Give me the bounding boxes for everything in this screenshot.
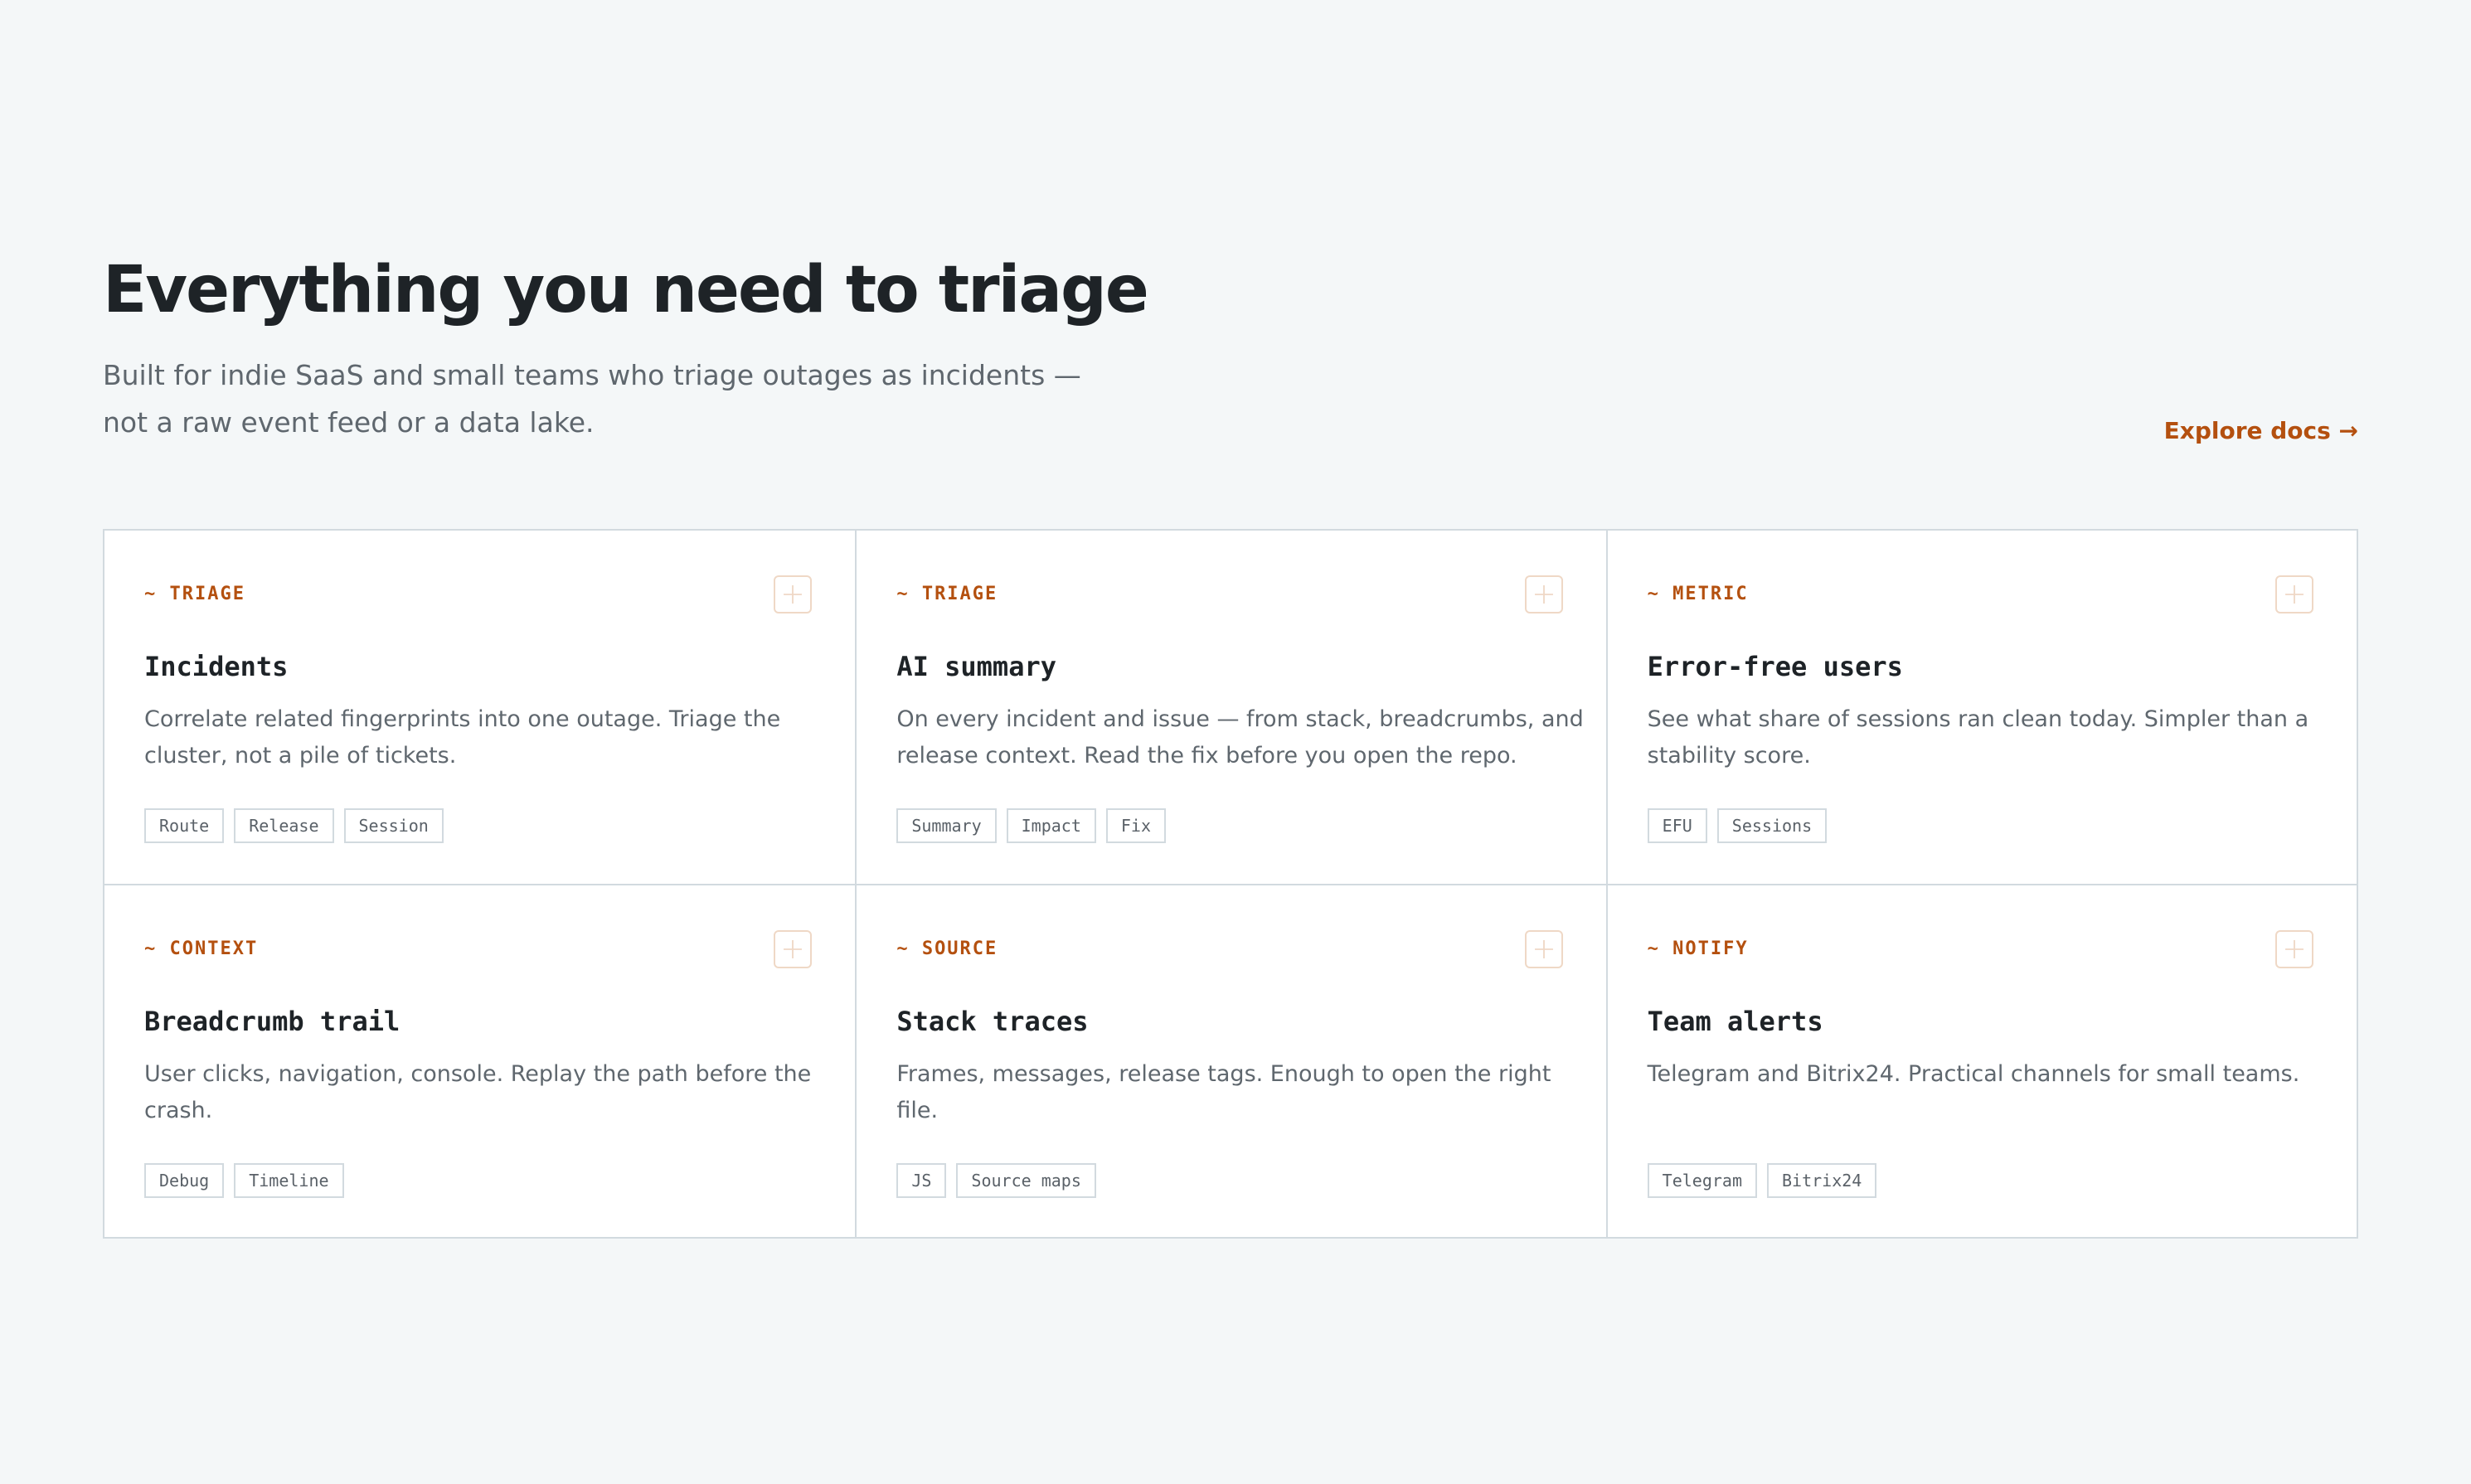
feature-category: ~ NOTIFY <box>1647 938 1749 959</box>
feature-tags: EFU Sessions <box>1647 808 1828 843</box>
feature-tags: JS Source maps <box>896 1163 1096 1198</box>
expand-button[interactable] <box>774 930 813 968</box>
feature-title: AI summary <box>896 651 1056 682</box>
expand-button[interactable] <box>774 575 813 613</box>
feature-tags: Route Release Session <box>144 808 444 843</box>
feature-description: Telegram and Bitrix24. Practical channel… <box>1647 1061 2300 1087</box>
feature-title: Error-free users <box>1647 651 1903 682</box>
feature-card-error-free-users: ~ METRIC Error-free users See what share… <box>1605 531 2357 884</box>
tag-chip: Impact <box>1006 808 1096 843</box>
feature-description: See what share of sessions ran clean tod… <box>1647 706 2309 769</box>
feature-title: Stack traces <box>896 1006 1089 1037</box>
features-section: Everything you need to triage Built for … <box>103 249 2358 1239</box>
tag-chip: JS <box>896 1163 947 1198</box>
feature-tags: Telegram Bitrix24 <box>1647 1163 1877 1198</box>
feature-tags: Summary Impact Fix <box>896 808 1166 843</box>
feature-title: Breadcrumb trail <box>144 1006 401 1037</box>
plus-icon <box>2285 585 2304 604</box>
plus-icon <box>1534 585 1553 604</box>
page-title: Everything you need to triage <box>103 253 1149 327</box>
tag-chip: Sessions <box>1716 808 1828 843</box>
feature-card-team-alerts: ~ NOTIFY Team alerts Telegram and Bitrix… <box>1605 884 2357 1237</box>
feature-category: ~ SOURCE <box>896 938 998 959</box>
feature-description: On every incident and issue — from stack… <box>896 706 1584 769</box>
feature-card-breadcrumb-trail: ~ CONTEXT Breadcrumb trail User clicks, … <box>104 884 856 1237</box>
tag-chip: Telegram <box>1647 1163 1757 1198</box>
expand-button[interactable] <box>2274 575 2313 613</box>
tag-chip: Timeline <box>234 1163 344 1198</box>
tag-chip: Route <box>144 808 225 843</box>
feature-card-ai-summary: ~ TRIAGE AI summary On every incident an… <box>855 531 1605 884</box>
tag-chip: EFU <box>1647 808 1707 843</box>
section-header: Everything you need to triage Built for … <box>103 249 2358 531</box>
feature-card-stack-traces: ~ SOURCE Stack traces Frames, messages, … <box>855 884 1606 1237</box>
feature-description: Frames, messages, release tags. Enough t… <box>896 1061 1551 1123</box>
tag-chip: Release <box>234 808 334 843</box>
tag-chip: Session <box>343 808 444 843</box>
tag-chip: Bitrix24 <box>1766 1163 1877 1198</box>
feature-category: ~ METRIC <box>1647 584 1749 604</box>
expand-button[interactable] <box>2274 930 2313 968</box>
plus-icon <box>784 585 803 604</box>
tag-chip: Debug <box>144 1163 225 1198</box>
explore-docs-link[interactable]: Explore docs → <box>2164 415 2358 448</box>
feature-category: ~ CONTEXT <box>144 938 259 959</box>
feature-title: Incidents <box>144 651 289 682</box>
plus-icon <box>2285 940 2304 958</box>
feature-card-incidents: ~ TRIAGE Incidents Correlate related fin… <box>104 531 855 884</box>
feature-title: Team alerts <box>1647 1006 1823 1037</box>
page-subtitle: Built for indie SaaS and small teams who… <box>103 359 1081 439</box>
feature-description: Correlate related fingerprints into one … <box>144 706 781 769</box>
feature-grid: ~ TRIAGE Incidents Correlate related fin… <box>103 529 2358 1239</box>
tag-chip: Source maps <box>956 1163 1096 1198</box>
tag-chip: Fix <box>1105 808 1166 843</box>
feature-tags: Debug Timeline <box>144 1163 344 1198</box>
feature-category: ~ TRIAGE <box>896 584 998 604</box>
feature-description: User clicks, navigation, console. Replay… <box>144 1061 812 1123</box>
expand-button[interactable] <box>1524 930 1563 968</box>
expand-button[interactable] <box>1524 575 1563 613</box>
plus-icon <box>784 940 803 958</box>
plus-icon <box>1534 940 1553 958</box>
feature-category: ~ TRIAGE <box>144 584 245 604</box>
tag-chip: Summary <box>896 808 997 843</box>
